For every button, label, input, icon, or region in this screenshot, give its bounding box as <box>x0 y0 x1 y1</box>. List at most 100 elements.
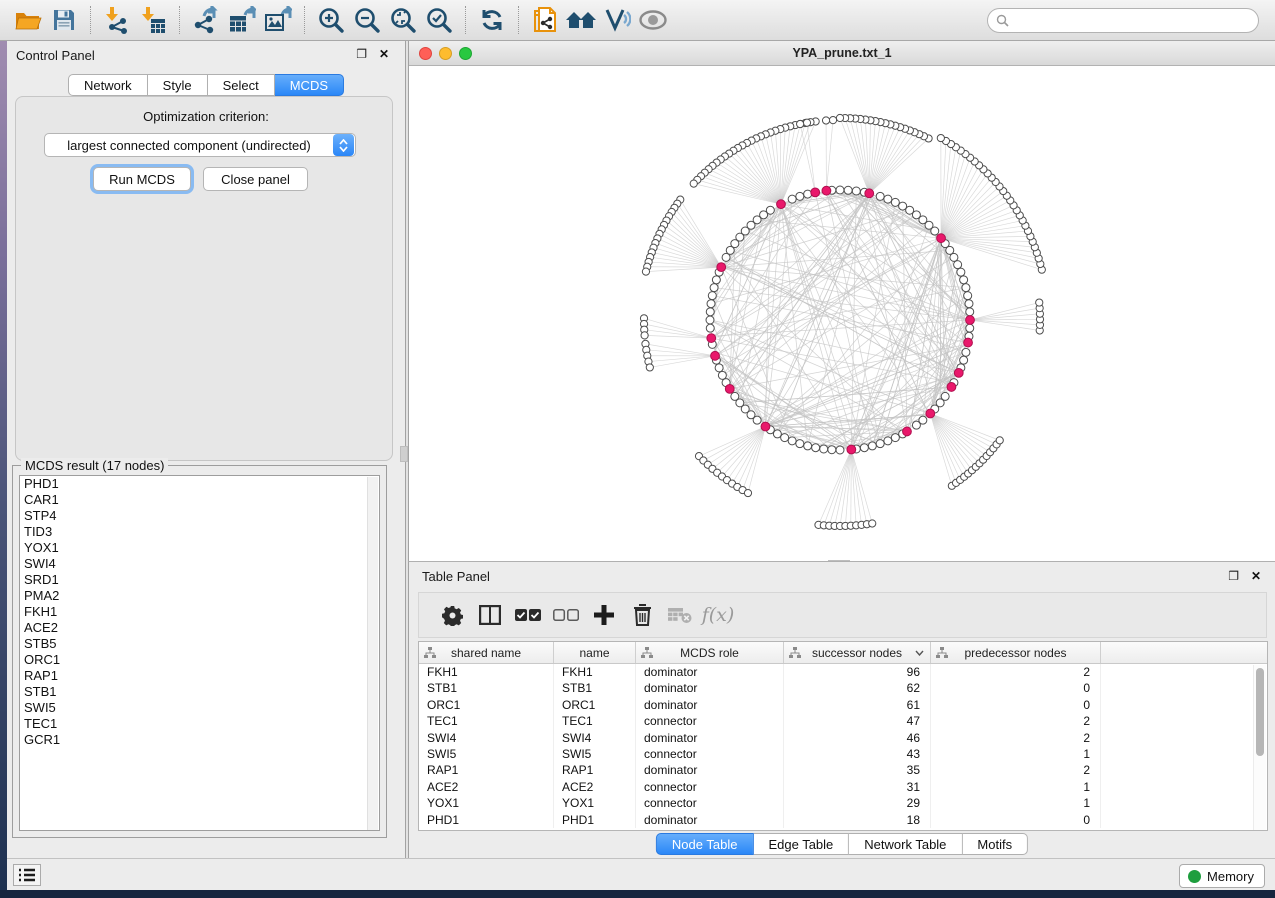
column-header-successor-nodes[interactable]: successor nodes <box>784 642 931 663</box>
home-networks-icon[interactable] <box>563 3 599 37</box>
zoom-selected-icon[interactable] <box>421 3 457 37</box>
criterion-dropdown[interactable]: largest connected component (undirected) <box>44 133 356 157</box>
desktop-background-bottom <box>0 890 1275 898</box>
close-panel-icon[interactable]: ✕ <box>379 47 389 61</box>
mcds-result-item[interactable]: TEC1 <box>20 716 379 732</box>
mcds-result-item[interactable]: RAP1 <box>20 668 379 684</box>
task-history-button[interactable] <box>13 864 41 886</box>
export-image-icon[interactable] <box>260 3 296 37</box>
mcds-result-item[interactable]: YOX1 <box>20 540 379 556</box>
table-cell: ACE2 <box>554 779 636 795</box>
mcds-result-item[interactable]: PHD1 <box>20 476 379 492</box>
mcds-result-item[interactable]: STB5 <box>20 636 379 652</box>
search-input[interactable] <box>1014 14 1250 28</box>
mcds-result-item[interactable]: SWI4 <box>20 556 379 572</box>
table-cell: 31 <box>784 779 931 795</box>
run-mcds-button[interactable]: Run MCDS <box>93 167 191 191</box>
gear-icon[interactable] <box>433 598 471 632</box>
delete-table-icon <box>661 598 699 632</box>
close-panel-button[interactable]: Close panel <box>203 167 308 191</box>
table-cell: 18 <box>784 812 931 828</box>
table-row[interactable]: ORC1ORC1dominator610 <box>419 697 1267 713</box>
node-column-icon <box>936 647 948 659</box>
export-table-icon[interactable] <box>224 3 260 37</box>
network-graph-canvas[interactable] <box>409 66 1275 560</box>
node-column-icon <box>641 647 653 659</box>
share-document-icon[interactable] <box>527 3 563 37</box>
table-cell-filler <box>1101 730 1267 746</box>
tab-mcds[interactable]: MCDS <box>275 74 344 96</box>
mcds-result-item[interactable]: ACE2 <box>20 620 379 636</box>
close-table-panel-icon[interactable]: ✕ <box>1251 569 1261 583</box>
table-row[interactable]: YOX1YOX1connector291 <box>419 795 1267 811</box>
table-scrollbar-thumb[interactable] <box>1256 668 1264 756</box>
search-field[interactable] <box>987 8 1259 33</box>
mcds-result-item[interactable]: PMA2 <box>20 588 379 604</box>
tab-style[interactable]: Style <box>148 74 208 96</box>
node-column-icon <box>424 647 436 659</box>
table-row[interactable]: PHD1PHD1dominator180 <box>419 812 1267 828</box>
float-window-icon[interactable]: ❐ <box>356 47 367 61</box>
mcds-result-item[interactable]: ORC1 <box>20 652 379 668</box>
import-table-icon[interactable] <box>135 3 171 37</box>
tab-network-table[interactable]: Network Table <box>849 833 962 855</box>
refresh-icon[interactable] <box>474 3 510 37</box>
table-row[interactable]: ACE2ACE2connector311 <box>419 779 1267 795</box>
tab-motifs[interactable]: Motifs <box>962 833 1028 855</box>
table-cell: connector <box>636 779 784 795</box>
tab-select[interactable]: Select <box>208 74 275 96</box>
splitter-grip[interactable] <box>400 446 408 462</box>
mcds-result-item[interactable]: SWI5 <box>20 700 379 716</box>
mcds-result-item[interactable]: SRD1 <box>20 572 379 588</box>
table-row[interactable]: RAP1RAP1dominator352 <box>419 762 1267 778</box>
deselect-checkboxes-icon[interactable] <box>547 598 585 632</box>
add-icon[interactable] <box>585 598 623 632</box>
trash-icon[interactable] <box>623 598 661 632</box>
float-table-panel-icon[interactable]: ❐ <box>1228 569 1239 583</box>
table-cell: 1 <box>931 779 1101 795</box>
toolbar-separator <box>90 6 91 34</box>
mcds-result-list[interactable]: PHD1CAR1STP4TID3YOX1SWI4SRD1PMA2FKH1ACE2… <box>19 475 380 831</box>
mcds-list-scrollbar[interactable] <box>367 477 378 831</box>
select-all-checkboxes-icon[interactable] <box>509 598 547 632</box>
open-folder-icon[interactable] <box>10 3 46 37</box>
table-row[interactable]: FKH1FKH1dominator962 <box>419 664 1267 680</box>
tab-node-table[interactable]: Node Table <box>656 833 754 855</box>
column-header-shared-name[interactable]: shared name <box>419 642 554 663</box>
hide-eye-icon[interactable] <box>635 3 671 37</box>
import-network-icon[interactable] <box>99 3 135 37</box>
table-row[interactable]: STB1STB1dominator620 <box>419 680 1267 696</box>
table-cell: 96 <box>784 664 931 680</box>
mcds-result-item[interactable]: STB1 <box>20 684 379 700</box>
save-icon[interactable] <box>46 3 82 37</box>
memory-button[interactable]: Memory <box>1179 864 1265 888</box>
style-preview-icon[interactable] <box>599 3 635 37</box>
zoom-fit-icon[interactable] <box>385 3 421 37</box>
mcds-result-item[interactable]: CAR1 <box>20 492 379 508</box>
zoom-in-icon[interactable] <box>313 3 349 37</box>
zoom-out-icon[interactable] <box>349 3 385 37</box>
criterion-value: largest connected component (undirected) <box>45 138 333 153</box>
mcds-result-item[interactable]: FKH1 <box>20 604 379 620</box>
table-row[interactable]: TEC1TEC1connector472 <box>419 713 1267 729</box>
columns-icon[interactable] <box>471 598 509 632</box>
table-cell-filler <box>1101 664 1267 680</box>
node-table[interactable]: shared name name MCDS role successor nod… <box>418 641 1268 831</box>
column-header-mcds-role[interactable]: MCDS role <box>636 642 784 663</box>
table-scrollbar[interactable] <box>1253 665 1266 830</box>
column-header-name[interactable]: name <box>554 642 636 663</box>
table-row[interactable]: SWI5SWI5connector431 <box>419 746 1267 762</box>
network-view-window: YPA_prune.txt_1 <box>408 41 1275 561</box>
mcds-result-item[interactable]: STP4 <box>20 508 379 524</box>
mcds-result-title: MCDS result (17 nodes) <box>21 458 168 473</box>
table-row[interactable]: SWI4SWI4dominator462 <box>419 730 1267 746</box>
column-header-predecessor-nodes[interactable]: predecessor nodes <box>931 642 1101 663</box>
tab-edge-table[interactable]: Edge Table <box>753 833 849 855</box>
mcds-result-item[interactable]: GCR1 <box>20 732 379 748</box>
mcds-result-item[interactable]: TID3 <box>20 524 379 540</box>
export-network-icon[interactable] <box>188 3 224 37</box>
table-cell: FKH1 <box>419 664 554 680</box>
tab-network[interactable]: Network <box>68 74 148 96</box>
network-window-titlebar[interactable]: YPA_prune.txt_1 <box>409 41 1275 66</box>
table-cell: TEC1 <box>554 713 636 729</box>
